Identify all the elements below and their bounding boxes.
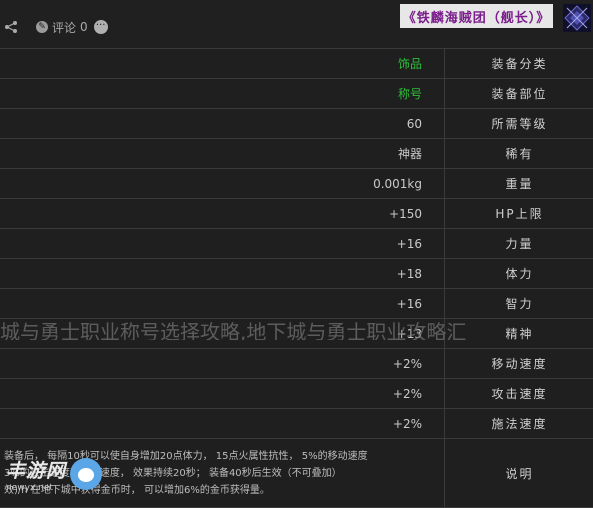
row-value: +2% — [0, 409, 445, 438]
comment-label: 评论 — [52, 20, 77, 35]
row-value: 饰品 — [0, 49, 445, 78]
row-value: 神器 — [0, 139, 445, 168]
top-bar: ✎ 评论 0 ··· 《铁麟海贼团（舰长）》 — [0, 0, 593, 49]
site-logo: 丰游网 newyx.net — [6, 452, 126, 496]
row-value: +16 — [0, 229, 445, 258]
table-row: +150 HP上限 — [0, 199, 593, 229]
row-label: 攻击速度 — [491, 387, 548, 401]
table-row: +2% 攻击速度 — [0, 379, 593, 409]
comment-icon: ✎ — [36, 21, 48, 33]
row-label: 施法速度 — [491, 417, 548, 431]
row-value: +2% — [0, 379, 445, 408]
table-row: +13 精神 — [0, 319, 593, 349]
row-value: 60 — [0, 109, 445, 138]
table-row: +2% 移动速度 — [0, 349, 593, 379]
share-icon[interactable] — [4, 20, 18, 34]
table-row: +18 体力 — [0, 259, 593, 289]
row-label: 智力 — [505, 297, 534, 311]
row-value: +150 — [0, 199, 445, 228]
table-row: 称号 装备部位 — [0, 79, 593, 109]
row-label: 力量 — [505, 237, 534, 251]
row-label: 稀有 — [505, 147, 534, 161]
table-row: 神器 稀有 — [0, 139, 593, 169]
mascot-icon — [70, 458, 103, 490]
row-value: +18 — [0, 259, 445, 288]
page-title: 《铁麟海贼团（舰长）》 — [400, 4, 553, 28]
row-label: 装备分类 — [491, 57, 548, 71]
row-label: 体力 — [505, 267, 534, 281]
table-row: 饰品 装备分类 — [0, 49, 593, 79]
site-name: 丰游网 — [6, 459, 67, 482]
more-icon[interactable]: ··· — [93, 20, 108, 34]
table-row: 0.001kg 重量 — [0, 169, 593, 199]
site-url: newyx.net — [6, 482, 53, 493]
table-row: +2% 施法速度 — [0, 409, 593, 439]
comment-button[interactable]: ✎ 评论 0 ··· — [36, 17, 108, 37]
equipment-stats-table: 饰品 装备分类 称号 装备部位 60 所需等级 神器 稀有 0.001kg 重量 +150 HP上限 +… — [0, 49, 593, 508]
row-label: 重量 — [505, 177, 534, 191]
row-label: HP上限 — [495, 207, 544, 221]
row-value: 0.001kg — [0, 169, 445, 198]
row-value: +2% — [0, 349, 445, 378]
table-row: +16 智力 — [0, 289, 593, 319]
row-value: +16 — [0, 289, 445, 318]
row-value: +13 — [0, 319, 445, 348]
table-row: +16 力量 — [0, 229, 593, 259]
comment-count: 0 — [80, 20, 88, 34]
row-label: 所需等级 — [491, 117, 548, 131]
row-label: 装备部位 — [491, 87, 548, 101]
row-value: 称号 — [0, 79, 445, 108]
guild-emblem-icon — [563, 4, 591, 32]
description-label: 说明 — [505, 466, 534, 481]
row-label: 移动速度 — [491, 357, 548, 371]
row-label: 精神 — [505, 327, 534, 341]
table-row: 60 所需等级 — [0, 109, 593, 139]
